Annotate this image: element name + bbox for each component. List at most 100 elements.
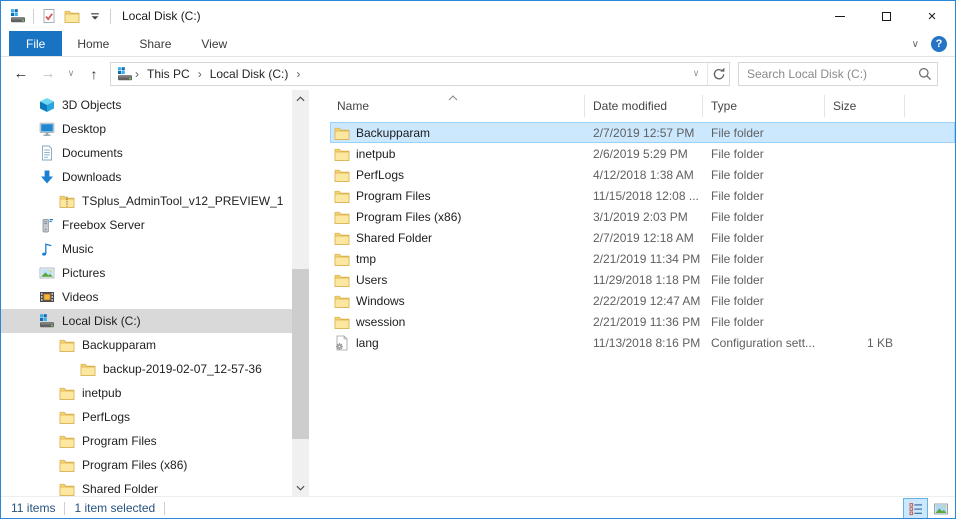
sidebar-item-shared-folder[interactable]: Shared Folder (1, 477, 292, 496)
sidebar-item-program-files[interactable]: Program Files (1, 429, 292, 453)
ribbon-right-controls: ∨ ? (912, 31, 947, 57)
sidebar-item-3d-objects[interactable]: 3D Objects (1, 93, 292, 117)
file-row-users[interactable]: Users11/29/2018 1:18 PMFile folder (330, 269, 955, 290)
recent-locations-button[interactable]: ∨ (64, 62, 78, 86)
maximize-icon (882, 12, 891, 21)
sidebar-item-perflogs[interactable]: PerfLogs (1, 405, 292, 429)
column-header-size[interactable]: Size (825, 95, 905, 117)
file-row-lang[interactable]: lang11/13/2018 8:16 PMConfiguration sett… (330, 332, 955, 353)
sidebar-item-downloads[interactable]: Downloads (1, 165, 292, 189)
tab-file[interactable]: File (9, 31, 62, 56)
folder-icon (59, 457, 75, 473)
separator (33, 9, 34, 24)
folder-icon (334, 230, 350, 246)
file-name: Shared Folder (356, 231, 432, 245)
sidebar-item-videos[interactable]: Videos (1, 285, 292, 309)
help-button[interactable]: ? (931, 36, 947, 52)
search-input[interactable] (747, 67, 917, 81)
sidebar-item-documents[interactable]: Documents (1, 141, 292, 165)
file-list: Name Date modified Type Size Backupparam… (309, 90, 955, 496)
3d-objects-icon (39, 97, 55, 113)
sidebar-scrollbar[interactable] (292, 90, 309, 496)
selection-count: 1 item selected (74, 501, 155, 515)
qat-dropdown-icon[interactable] (87, 8, 103, 24)
file-type: File folder (703, 168, 825, 182)
file-type: File folder (703, 210, 825, 224)
file-date: 2/22/2019 12:47 AM (585, 294, 703, 308)
sidebar-item-desktop[interactable]: Desktop (1, 117, 292, 141)
downloads-icon (39, 169, 55, 185)
folder-icon (334, 167, 350, 183)
file-row-wsession[interactable]: wsession2/21/2019 11:36 PMFile folder (330, 311, 955, 332)
sidebar-item-inetpub[interactable]: inetpub (1, 381, 292, 405)
file-row-shared-folder[interactable]: Shared Folder2/7/2019 12:18 AMFile folde… (330, 227, 955, 248)
file-row-backupparam[interactable]: Backupparam2/7/2019 12:57 PMFile folder (330, 122, 955, 143)
window-controls: × (817, 1, 955, 31)
file-date: 2/7/2019 12:57 PM (585, 126, 703, 140)
forward-button[interactable]: → (37, 62, 59, 86)
properties-icon[interactable] (41, 8, 57, 24)
breadcrumb[interactable]: › This PC › Local Disk (C:) › ∨ (110, 62, 730, 86)
sidebar-item-label: Backupparam (82, 338, 156, 352)
file-row-perflogs[interactable]: PerfLogs4/12/2018 1:38 AMFile folder (330, 164, 955, 185)
maximize-button[interactable] (863, 1, 909, 31)
tab-home[interactable]: Home (62, 32, 124, 56)
breadcrumb-chevron-icon[interactable]: › (196, 67, 204, 81)
breadcrumb-chevron-icon[interactable]: › (294, 67, 302, 81)
tab-view[interactable]: View (186, 32, 242, 56)
breadcrumb-chevron-icon[interactable]: › (133, 67, 141, 81)
server-icon (39, 217, 55, 233)
file-row-program-files-x86[interactable]: Program Files (x86)3/1/2019 2:03 PMFile … (330, 206, 955, 227)
address-bar: ← → ∨ ↑ › This PC › Local Disk (C:) › ∨ (1, 57, 955, 90)
status-bar: 11 items 1 item selected (1, 496, 955, 519)
ribbon-tabs: File Home Share View ∨ ? (1, 31, 955, 57)
breadcrumb-item-this-pc[interactable]: This PC (141, 67, 196, 81)
file-date: 2/21/2019 11:34 PM (585, 252, 703, 266)
sidebar: 3D ObjectsDesktop Documents DownloadsTSplu… (1, 90, 309, 496)
refresh-button[interactable] (707, 63, 729, 85)
scroll-down-button[interactable] (292, 479, 309, 496)
file-row-windows[interactable]: Windows2/22/2019 12:47 AMFile folder (330, 290, 955, 311)
file-row-inetpub[interactable]: inetpub2/6/2019 5:29 PMFile folder (330, 143, 955, 164)
close-icon: × (928, 9, 937, 24)
sidebar-item-backupparam[interactable]: Backupparam (1, 333, 292, 357)
expand-ribbon-icon[interactable]: ∨ (912, 39, 919, 50)
separator (64, 502, 65, 515)
file-row-tmp[interactable]: tmp2/21/2019 11:34 PMFile folder (330, 248, 955, 269)
sidebar-item-label: Documents (62, 146, 123, 160)
sidebar-item-pictures[interactable]: Pictures (1, 261, 292, 285)
back-button[interactable]: ← (10, 62, 32, 86)
file-type: File folder (703, 126, 825, 140)
column-header-type[interactable]: Type (703, 95, 825, 117)
close-button[interactable]: × (909, 1, 955, 31)
sidebar-item-tsplus-admintool-v12-preview-1[interactable]: TSplus_AdminTool_v12_PREVIEW_1 (1, 189, 292, 213)
search-icon[interactable] (917, 66, 933, 82)
sidebar-item-program-files-x86[interactable]: Program Files (x86) (1, 453, 292, 477)
scroll-thumb[interactable] (292, 269, 309, 439)
sidebar-item-freebox-server[interactable]: Freebox Server (1, 213, 292, 237)
file-row-program-files[interactable]: Program Files11/15/2018 12:08 ...File fo… (330, 185, 955, 206)
column-header-date-modified[interactable]: Date modified (585, 95, 703, 117)
tab-share[interactable]: Share (124, 32, 186, 56)
address-dropdown-button[interactable]: ∨ (685, 63, 707, 85)
details-view-button[interactable] (903, 498, 928, 519)
file-name-cell: tmp (330, 251, 585, 267)
large-icons-view-button[interactable] (928, 498, 953, 519)
folder-icon (334, 188, 350, 204)
separator (164, 502, 165, 515)
sidebar-item-label: Local Disk (C:) (62, 314, 141, 328)
minimize-icon (835, 16, 845, 17)
sidebar-item-label: Program Files (x86) (82, 458, 187, 472)
sidebar-item-backup-2019-02-07-12-57-36[interactable]: backup-2019-02-07_12-57-36 (1, 357, 292, 381)
sidebar-item-local-disk-c[interactable]: Local Disk (C:) (1, 309, 292, 333)
breadcrumb-item-local-disk-c[interactable]: Local Disk (C:) (204, 67, 295, 81)
documents-icon (39, 145, 55, 161)
sort-ascending-icon (448, 90, 458, 104)
up-button[interactable]: ↑ (83, 62, 105, 86)
sidebar-item-music[interactable]: Music (1, 237, 292, 261)
file-name: PerfLogs (356, 168, 404, 182)
minimize-button[interactable] (817, 1, 863, 31)
new-folder-icon[interactable] (64, 8, 80, 24)
folder-icon (334, 293, 350, 309)
scroll-up-button[interactable] (292, 90, 309, 107)
